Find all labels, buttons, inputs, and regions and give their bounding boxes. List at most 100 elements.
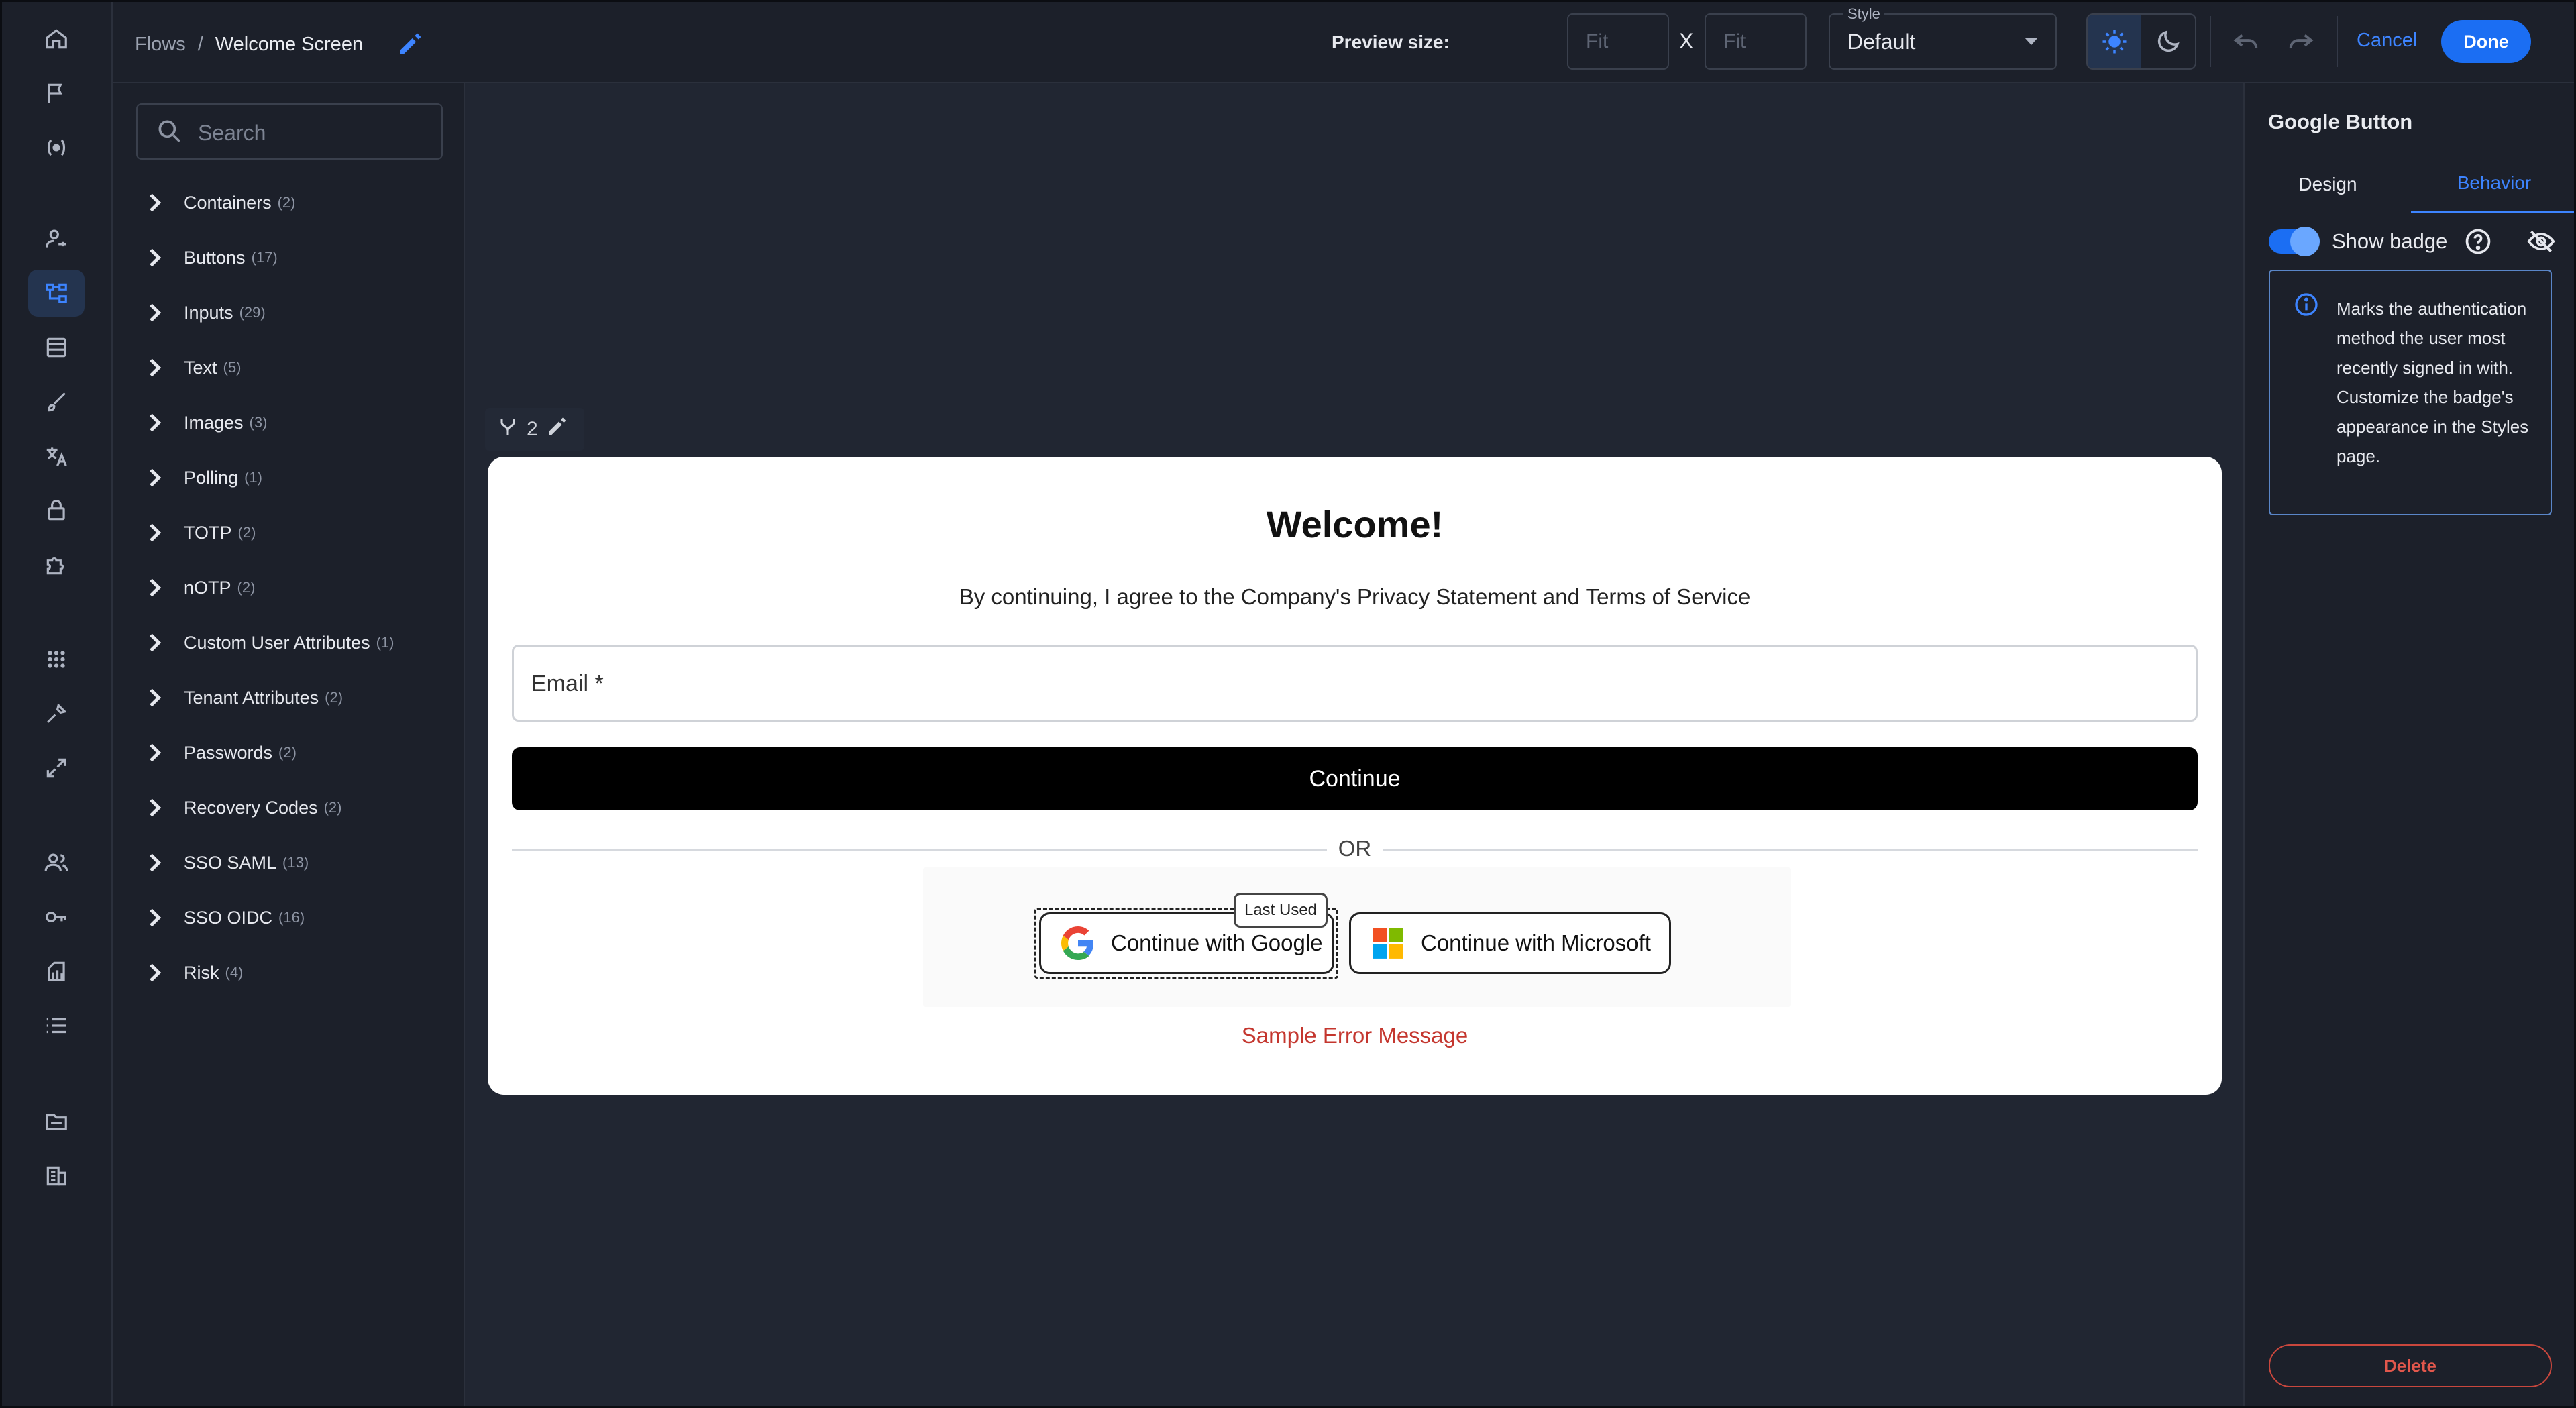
- tab-behavior[interactable]: Behavior: [2411, 156, 2576, 213]
- category-count: (2): [277, 194, 296, 211]
- chevron-right-icon: [150, 413, 162, 432]
- style-select[interactable]: Style Default: [1829, 5, 2057, 70]
- keys-icon[interactable]: [28, 893, 85, 940]
- breadcrumb-current: Welcome Screen: [215, 33, 364, 55]
- delete-button[interactable]: Delete: [2269, 1344, 2552, 1387]
- flag-icon[interactable]: [28, 70, 85, 117]
- puzzle-icon[interactable]: [28, 541, 85, 588]
- category-item[interactable]: SSO OIDC (16): [141, 898, 436, 938]
- continue-button[interactable]: Continue: [512, 747, 2198, 810]
- category-item[interactable]: nOTP (2): [141, 567, 436, 608]
- microsoft-button[interactable]: Continue with Microsoft: [1349, 912, 1671, 974]
- tab-design[interactable]: Design: [2245, 156, 2411, 213]
- category-label: TOTP: [184, 522, 232, 543]
- category-count: (3): [249, 414, 268, 431]
- expand-icon[interactable]: [28, 745, 85, 792]
- category-count: (29): [239, 304, 266, 321]
- category-item[interactable]: Tenant Attributes (2): [141, 678, 436, 718]
- search-box[interactable]: [136, 103, 443, 160]
- branch-icon[interactable]: [496, 415, 520, 444]
- show-badge-row: Show badge: [2269, 227, 2493, 256]
- category-count: (2): [323, 799, 342, 816]
- style-select-legend: Style: [1843, 5, 1884, 23]
- breadcrumb-flows-link[interactable]: Flows: [135, 34, 186, 56]
- search-input[interactable]: [198, 118, 426, 148]
- help-icon[interactable]: [2463, 227, 2493, 256]
- tools-icon[interactable]: [28, 690, 85, 737]
- apps-grid-icon[interactable]: [28, 636, 85, 683]
- lock-icon[interactable]: [28, 487, 85, 534]
- users-icon[interactable]: [28, 839, 85, 886]
- screen-node-toolbar: 2: [485, 408, 584, 451]
- cancel-button[interactable]: Cancel: [2357, 30, 2417, 52]
- last-used-badge: Last Used: [1234, 893, 1328, 928]
- category-item[interactable]: Inputs (29): [141, 292, 436, 333]
- flows-icon[interactable]: [28, 270, 85, 317]
- done-button[interactable]: Done: [2441, 20, 2531, 63]
- light-mode-sun-icon[interactable]: [2088, 15, 2141, 68]
- table-icon[interactable]: [28, 324, 85, 371]
- category-label: Containers: [184, 192, 272, 213]
- category-count: (13): [282, 854, 309, 871]
- category-count: (2): [325, 689, 343, 706]
- badge-info-text: Marks the authentication method the user…: [2337, 299, 2529, 466]
- category-label: Tenant Attributes: [184, 687, 319, 708]
- folder-icon[interactable]: [28, 1098, 85, 1145]
- google-button-label: Continue with Google: [1111, 930, 1323, 955]
- dark-mode-moon-icon[interactable]: [2141, 15, 2195, 68]
- show-badge-label: Show badge: [2332, 229, 2448, 253]
- building-icon[interactable]: [28, 1152, 85, 1199]
- category-item[interactable]: TOTP (2): [141, 512, 436, 553]
- screen-preview-card[interactable]: Welcome! By continuing, I agree to the C…: [488, 457, 2222, 1095]
- translate-icon[interactable]: [28, 433, 85, 480]
- sample-error-message[interactable]: Sample Error Message: [488, 1023, 2222, 1048]
- category-item[interactable]: Recovery Codes (2): [141, 788, 436, 828]
- category-item[interactable]: Custom User Attributes (1): [141, 622, 436, 663]
- user-key-icon[interactable]: [28, 215, 85, 262]
- properties-tabs: Design Behavior: [2245, 156, 2576, 213]
- preview-height-input[interactable]: Fit: [1705, 13, 1807, 70]
- category-item[interactable]: Buttons (17): [141, 237, 436, 278]
- category-label: Passwords: [184, 742, 273, 763]
- info-icon: [2293, 291, 2320, 323]
- category-count: (1): [376, 634, 394, 651]
- properties-title: Google Button: [2268, 110, 2413, 133]
- redo-icon[interactable]: [2279, 20, 2322, 63]
- category-label: SSO OIDC: [184, 907, 273, 928]
- category-item[interactable]: Text (5): [141, 347, 436, 388]
- undo-icon[interactable]: [2224, 20, 2267, 63]
- category-count: (1): [244, 469, 262, 486]
- category-item[interactable]: Risk (4): [141, 953, 436, 993]
- microsoft-logo-icon: [1373, 928, 1403, 959]
- category-label: Buttons: [184, 247, 246, 268]
- email-field[interactable]: Email *: [512, 645, 2198, 722]
- list-icon[interactable]: [28, 1002, 85, 1049]
- category-item[interactable]: Passwords (2): [141, 733, 436, 773]
- chevron-right-icon: [150, 468, 162, 487]
- category-label: Custom User Attributes: [184, 632, 370, 653]
- chevron-right-icon: [150, 303, 162, 322]
- microsoft-button-label: Continue with Microsoft: [1421, 930, 1651, 955]
- category-label: Risk: [184, 962, 219, 983]
- search-icon: [155, 117, 184, 151]
- brush-icon[interactable]: [28, 378, 85, 425]
- agreement-text[interactable]: By continuing, I agree to the Company's …: [488, 584, 2222, 610]
- category-item[interactable]: Polling (1): [141, 457, 436, 498]
- badge-info-box: Marks the authentication method the user…: [2269, 270, 2552, 515]
- home-icon[interactable]: [28, 15, 85, 62]
- category-item[interactable]: Images (3): [141, 402, 436, 443]
- preview-width-input[interactable]: Fit: [1567, 13, 1669, 70]
- category-item[interactable]: Containers (2): [141, 182, 436, 223]
- screen-title[interactable]: Welcome!: [488, 502, 2222, 546]
- edit-name-pencil-icon[interactable]: [395, 30, 425, 59]
- edit-screen-pencil-icon[interactable]: [545, 415, 569, 444]
- category-count: (2): [278, 744, 297, 761]
- show-badge-toggle[interactable]: [2269, 227, 2320, 256]
- eye-off-icon[interactable]: [2526, 227, 2556, 261]
- theme-toggle: [2086, 13, 2196, 70]
- category-item[interactable]: SSO SAML (13): [141, 843, 436, 883]
- preview-size-times: X: [1679, 29, 1694, 53]
- connectors-icon[interactable]: [28, 124, 85, 171]
- audit-icon[interactable]: [28, 948, 85, 995]
- category-label: nOTP: [184, 577, 231, 598]
